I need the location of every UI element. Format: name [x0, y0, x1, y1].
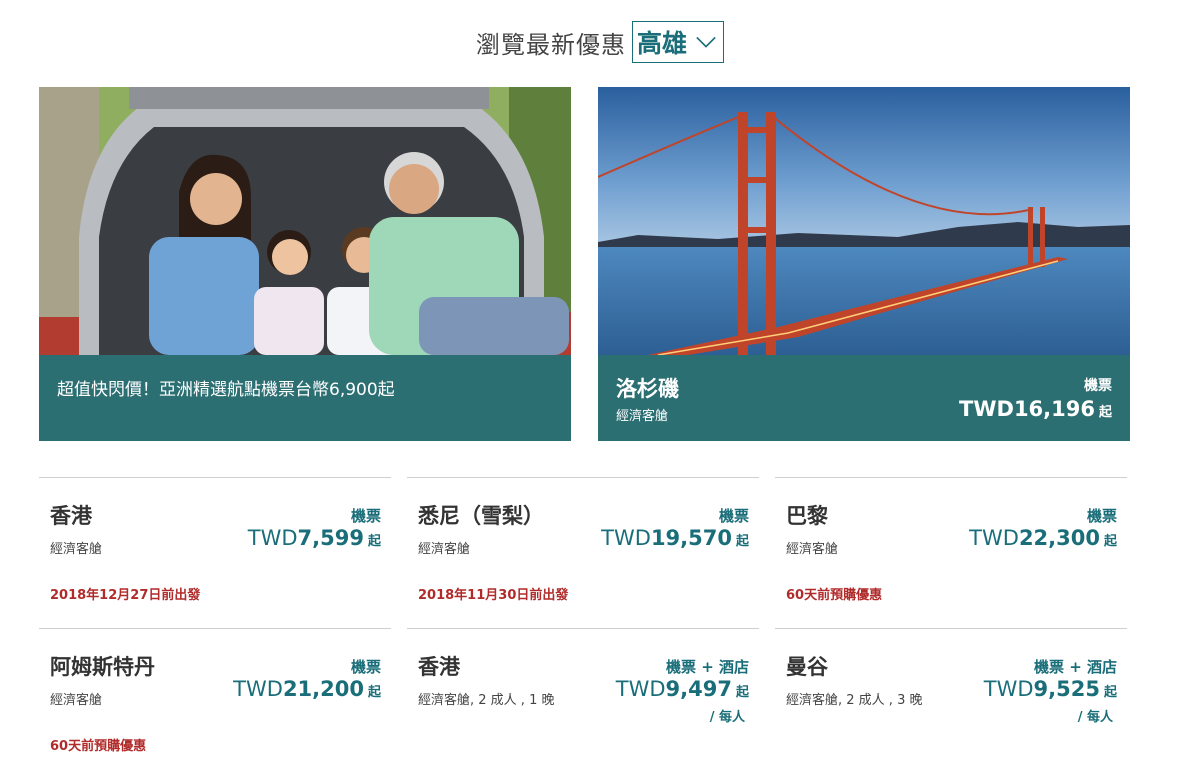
deal-card-bangkok-package[interactable]: 曼谷 經濟客艙, 2 成人 , 3 晚 機票 + 酒店 TWD9,525 起 / …	[775, 628, 1127, 770]
family-car-photo	[39, 87, 571, 355]
price-from-label: 起	[367, 534, 381, 549]
deal-card-amsterdam[interactable]: 阿姆斯特丹 經濟客艙 機票 TWD21,200 起 60天前預購優惠	[39, 628, 391, 770]
card-cabin-class: 經濟客艙	[786, 542, 839, 557]
price-currency: TWD	[233, 677, 283, 701]
price-amount: 9,525	[1033, 677, 1100, 701]
hero-deal-los-angeles[interactable]: 洛杉磯 經濟客艙 機票 TWD16,196 起	[598, 87, 1130, 441]
price-per-person: / 每人	[1077, 710, 1113, 725]
card-price: TWD22,300 起	[969, 526, 1117, 550]
hero-destination: 洛杉磯	[616, 377, 679, 401]
card-product-type: 機票	[350, 507, 381, 525]
price-from-label: 起	[735, 534, 749, 549]
card-product-type: 機票 + 酒店	[1033, 658, 1117, 676]
price-amount: 7,599	[297, 526, 364, 550]
price-from-label: 起	[1103, 534, 1117, 549]
price-currency: TWD	[615, 677, 666, 701]
card-product-type: 機票	[1086, 507, 1117, 525]
card-destination: 阿姆斯特丹	[50, 655, 155, 679]
price-amount: 22,300	[1018, 526, 1100, 550]
card-destination: 曼谷	[786, 655, 828, 679]
deal-card-sydney[interactable]: 悉尼（雪梨） 經濟客艙 機票 TWD19,570 起 2018年11月30日前出發	[407, 477, 759, 628]
city-dropdown-value: 高雄	[636, 29, 687, 58]
card-destination: 香港	[418, 655, 460, 679]
card-price: TWD19,570 起	[601, 526, 749, 550]
price-amount: 16,196	[1013, 397, 1095, 421]
card-cabin-class: 經濟客艙, 2 成人 , 3 晚	[786, 693, 923, 708]
card-condition-note: 2018年11月30日前出發	[418, 588, 569, 603]
card-price: TWD7,599 起	[248, 526, 381, 550]
price-amount: 21,200	[282, 677, 364, 701]
price-currency: TWD	[959, 397, 1014, 421]
price-from-label: 起	[1103, 685, 1117, 700]
card-price: TWD9,525 起	[984, 677, 1117, 701]
page-title: 瀏覽最新優惠	[475, 30, 626, 59]
city-dropdown[interactable]: 高雄	[631, 21, 724, 63]
hero-promo-band: 超值快閃價！亞洲精選航點機票台幣6,900起	[39, 355, 571, 441]
deals-header: 瀏覽最新優惠 高雄	[0, 18, 1200, 66]
deal-card-hong-kong-package[interactable]: 香港 經濟客艙, 2 成人 , 1 晚 機票 + 酒店 TWD9,497 起 / …	[407, 628, 759, 770]
chevron-down-icon	[696, 36, 716, 48]
price-per-person: / 每人	[709, 710, 745, 725]
card-product-type: 機票 + 酒店	[665, 658, 749, 676]
card-cabin-class: 經濟客艙	[418, 542, 471, 557]
price-currency: TWD	[247, 526, 298, 550]
price-amount: 19,570	[650, 526, 732, 550]
card-destination: 巴黎	[786, 504, 828, 528]
price-from-label: 起	[735, 685, 749, 700]
card-price: TWD21,200 起	[233, 677, 381, 701]
deal-card-paris[interactable]: 巴黎 經濟客艙 機票 TWD22,300 起 60天前預購優惠	[775, 477, 1127, 628]
card-condition-note: 60天前預購優惠	[786, 588, 883, 603]
hero-deal-band: 洛杉磯 經濟客艙 機票 TWD16,196 起	[598, 355, 1130, 441]
price-currency: TWD	[983, 677, 1034, 701]
card-product-type: 機票	[718, 507, 749, 525]
price-from-label: 起	[1098, 405, 1112, 420]
hero-deal-promo[interactable]: 超值快閃價！亞洲精選航點機票台幣6,900起	[39, 87, 571, 441]
hero-product-type: 機票	[1084, 378, 1112, 394]
price-currency: TWD	[969, 526, 1019, 550]
card-destination: 悉尼（雪梨）	[418, 504, 544, 528]
price-currency: TWD	[601, 526, 651, 550]
price-amount: 9,497	[665, 677, 732, 701]
deal-card-hong-kong[interactable]: 香港 經濟客艙 機票 TWD7,599 起 2018年12月27日前出發	[39, 477, 391, 628]
card-destination: 香港	[50, 504, 92, 528]
card-condition-note: 60天前預購優惠	[50, 739, 147, 754]
golden-gate-bridge-photo	[598, 87, 1130, 355]
price-from-label: 起	[367, 685, 381, 700]
card-cabin-class: 經濟客艙, 2 成人 , 1 晚	[418, 693, 555, 708]
card-price: TWD9,497 起	[616, 677, 749, 701]
card-cabin-class: 經濟客艙	[50, 542, 103, 557]
hero-price: TWD16,196 起	[959, 397, 1112, 421]
card-condition-note: 2018年12月27日前出發	[50, 588, 201, 603]
hero-promo-text: 超值快閃價！亞洲精選航點機票台幣6,900起	[57, 380, 395, 400]
card-product-type: 機票	[350, 658, 381, 676]
card-cabin-class: 經濟客艙	[50, 693, 103, 708]
hero-cabin-class: 經濟客艙	[616, 409, 669, 424]
